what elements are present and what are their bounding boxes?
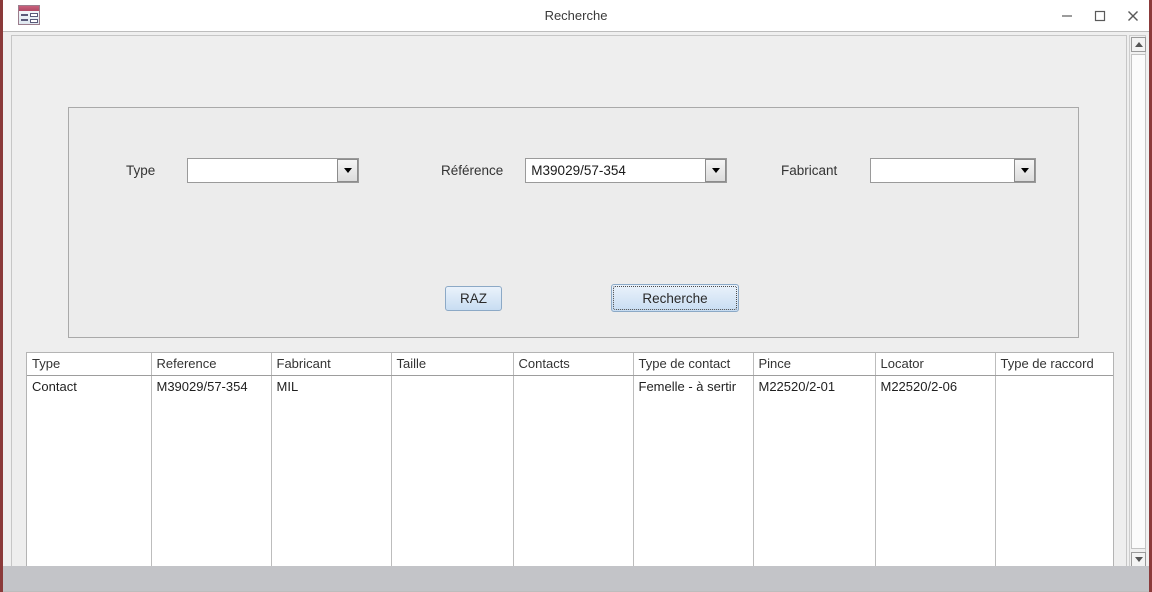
reset-button[interactable]: RAZ — [445, 286, 502, 311]
column-header-type-de-raccord[interactable]: Type de raccord — [995, 353, 1113, 376]
cell-reference[interactable]: M39029/57-354 — [151, 375, 272, 397]
column-header-taille[interactable]: Taille — [391, 353, 514, 376]
application-window: Recherche Type Référence M39029/57-354 F… — [0, 0, 1152, 592]
scrollbar-thumb[interactable] — [1131, 54, 1146, 549]
cell-pince[interactable]: M22520/2-01 — [753, 375, 876, 397]
combo-reference[interactable]: M39029/57-354 — [525, 158, 728, 183]
search-form: Type Référence M39029/57-354 Fabricant R… — [11, 35, 1127, 591]
window-title: Recherche — [544, 8, 608, 23]
combo-reference-value: M39029/57-354 — [531, 163, 626, 178]
cell-taille[interactable] — [391, 375, 514, 397]
vertical-scrollbar[interactable] — [1129, 35, 1146, 569]
field-type: Type — [126, 158, 360, 183]
chevron-down-icon[interactable] — [337, 159, 359, 182]
criteria-group: Type Référence M39029/57-354 Fabricant R… — [68, 107, 1079, 338]
chevron-down-icon[interactable] — [1014, 159, 1036, 182]
chevron-down-icon[interactable] — [705, 159, 727, 182]
search-button-label: Recherche — [642, 290, 708, 306]
column-header-fabricant[interactable]: Fabricant — [271, 353, 392, 376]
cell-fabricant[interactable]: MIL — [271, 375, 392, 397]
results-grid[interactable]: Type Reference Fabricant Taille Contacts… — [26, 352, 1114, 591]
title-bar: Recherche — [3, 0, 1149, 31]
column-header-contacts[interactable]: Contacts — [513, 353, 634, 376]
combo-fabricant[interactable] — [870, 158, 1037, 183]
access-form-icon — [18, 5, 40, 25]
column-header-pince[interactable]: Pince — [753, 353, 876, 376]
cell-type[interactable]: Contact — [27, 375, 152, 397]
cell-type-de-contact[interactable]: Femelle - à sertir — [633, 375, 754, 397]
minimize-icon[interactable] — [1050, 0, 1083, 31]
field-reference: Référence M39029/57-354 — [441, 158, 728, 183]
results-table: Type Reference Fabricant Taille Contacts… — [27, 353, 1113, 591]
field-fabricant: Fabricant — [781, 158, 1037, 183]
table-header-row: Type Reference Fabricant Taille Contacts… — [27, 353, 1113, 376]
column-header-reference[interactable]: Reference — [151, 353, 272, 376]
status-bar — [3, 566, 1149, 591]
cell-type-de-raccord[interactable] — [995, 375, 1113, 397]
column-header-type-de-contact[interactable]: Type de contact — [633, 353, 754, 376]
label-reference: Référence — [441, 163, 504, 178]
cell-locator[interactable]: M22520/2-06 — [875, 375, 996, 397]
table-empty-area — [27, 397, 1113, 591]
search-button[interactable]: Recherche — [611, 284, 739, 312]
cell-contacts[interactable] — [513, 375, 634, 397]
reset-button-label: RAZ — [460, 291, 487, 306]
maximize-icon[interactable] — [1083, 0, 1116, 31]
column-header-locator[interactable]: Locator — [875, 353, 996, 376]
client-area: Type Référence M39029/57-354 Fabricant R… — [3, 31, 1149, 592]
scroll-up-icon[interactable] — [1131, 37, 1146, 52]
table-row[interactable]: Contact M39029/57-354 MIL Femelle - à se… — [27, 375, 1113, 397]
label-fabricant: Fabricant — [781, 163, 838, 178]
scroll-down-icon[interactable] — [1131, 552, 1146, 567]
combo-type[interactable] — [187, 158, 360, 183]
label-type: Type — [126, 163, 156, 178]
column-header-type[interactable]: Type — [27, 353, 152, 376]
window-controls — [1050, 0, 1149, 31]
close-icon[interactable] — [1116, 0, 1149, 31]
